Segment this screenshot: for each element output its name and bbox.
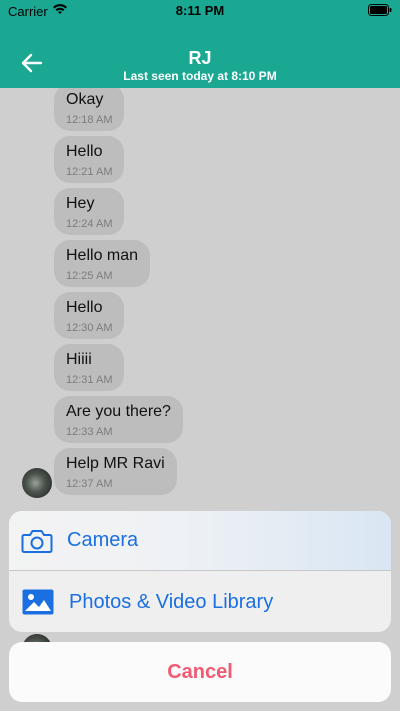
message-time: 12:25 AM xyxy=(66,270,113,282)
message-text: Hey xyxy=(66,195,95,212)
photo-library-icon xyxy=(21,588,55,616)
message-bubble[interactable]: Hello man 12:25 AM xyxy=(54,240,151,287)
message-text: Hello xyxy=(66,143,103,160)
message-time: 12:24 AM xyxy=(66,218,113,230)
message-time: 12:21 AM xyxy=(66,166,113,178)
message-time: 12:33 AM xyxy=(66,426,113,438)
photo-library-option[interactable]: Photos & Video Library xyxy=(9,572,391,632)
message-time: 12:30 AM xyxy=(66,322,113,334)
camera-option[interactable]: Camera xyxy=(9,511,391,571)
message-bubble[interactable]: Okay 12:18 AM xyxy=(54,88,125,131)
photo-library-option-label: Photos & Video Library xyxy=(69,590,274,613)
message-text: Hello xyxy=(66,299,103,316)
status-bar: Carrier 8:11 PM xyxy=(0,0,400,22)
message-bubble[interactable]: Hello 12:30 AM xyxy=(54,292,125,339)
last-seen-status: Last seen today at 8:10 PM xyxy=(123,69,277,83)
status-time: 8:11 PM xyxy=(175,3,225,18)
battery-icon xyxy=(368,4,392,19)
message-text: Are you there? xyxy=(66,403,171,420)
message-bubble[interactable]: Help MR Ravi 12:37 AM xyxy=(54,448,177,495)
message-text: Okay xyxy=(66,91,104,108)
camera-option-label: Camera xyxy=(67,529,139,551)
chat-header: RJ Last seen today at 8:10 PM xyxy=(0,22,400,88)
message-bubble[interactable]: Hiiii 12:31 AM xyxy=(54,344,125,391)
avatar[interactable] xyxy=(22,468,52,498)
message-time: 12:31 AM xyxy=(66,374,113,386)
cancel-button[interactable]: Cancel xyxy=(9,642,391,702)
message-time: 12:37 AM xyxy=(66,478,113,490)
message-text: Help MR Ravi xyxy=(66,455,165,472)
message-text: Hiiii xyxy=(66,351,92,368)
contact-name: RJ xyxy=(188,48,212,68)
message-bubble[interactable]: Hey 12:24 AM xyxy=(54,188,125,235)
message-bubble[interactable]: Are you there? 12:33 AM xyxy=(54,396,183,443)
message-time: 12:18 AM xyxy=(66,114,113,126)
message-bubble[interactable]: Hello 12:21 AM xyxy=(54,136,125,183)
camera-icon xyxy=(21,528,53,554)
message-text: Hello man xyxy=(66,247,139,264)
media-action-sheet: Camera Photos & Video Library xyxy=(9,511,391,632)
